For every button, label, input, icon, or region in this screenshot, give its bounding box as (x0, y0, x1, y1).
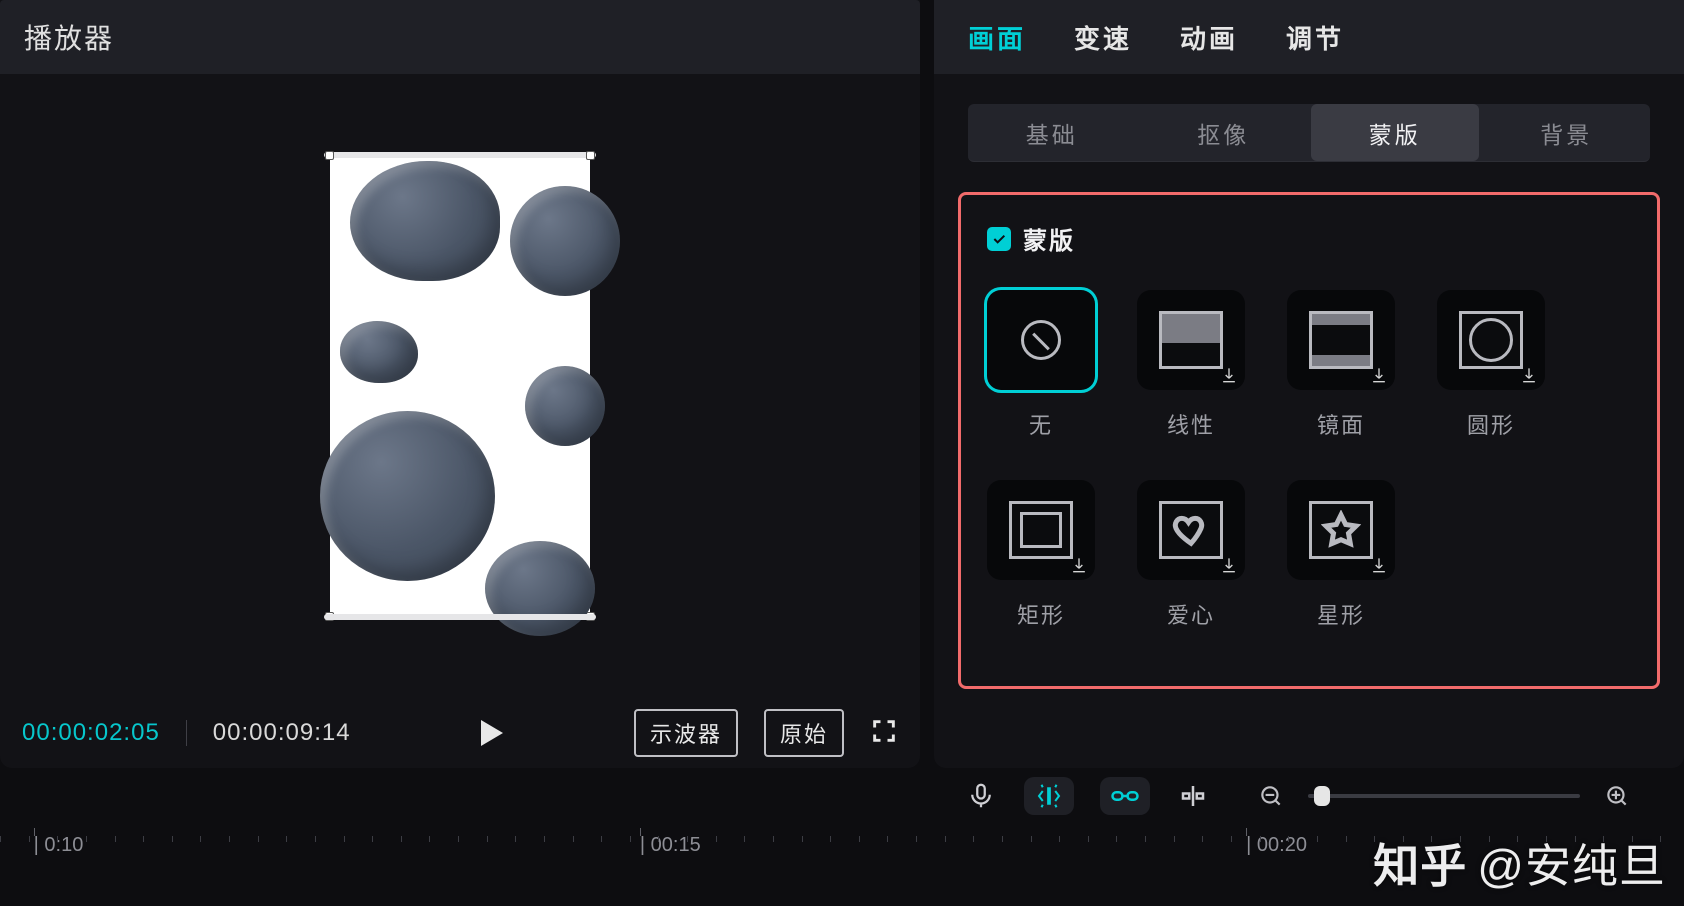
fullscreen-button[interactable] (870, 717, 898, 750)
align-button[interactable] (1176, 779, 1210, 813)
link-button[interactable] (1100, 777, 1150, 815)
download-icon (1219, 555, 1239, 575)
play-button[interactable] (377, 720, 608, 746)
ruler-tick: | 0:10 (34, 834, 84, 857)
mask-grid: 无 线性 镜面 (987, 290, 1631, 630)
tab-adjust[interactable]: 调节 (1286, 19, 1344, 56)
mask-linear-label: 线性 (1167, 408, 1215, 440)
time-separator (186, 720, 187, 746)
tab-animate[interactable]: 动画 (1180, 19, 1238, 56)
mic-button[interactable] (964, 779, 998, 813)
mask-label: 蒙版 (1023, 221, 1075, 256)
ruler-tick: | 00:15 (640, 834, 701, 857)
zoom-in-icon (1604, 783, 1630, 809)
download-icon (1219, 365, 1239, 385)
zoom-slider[interactable] (1254, 779, 1634, 813)
zoom-in-button[interactable] (1600, 779, 1634, 813)
subtab-background[interactable]: 背景 (1483, 104, 1651, 161)
mask-none-label: 无 (1029, 408, 1053, 440)
mask-star[interactable]: 星形 (1287, 480, 1395, 630)
mask-mirror-label: 镜面 (1317, 408, 1365, 440)
align-icon (1178, 781, 1208, 811)
mask-circle-label: 圆形 (1467, 408, 1515, 440)
tab-speed[interactable]: 变速 (1074, 19, 1132, 56)
mask-enable-checkbox[interactable] (987, 227, 1011, 251)
zoom-out-icon (1258, 783, 1284, 809)
zoom-track[interactable] (1308, 794, 1580, 798)
scope-button[interactable]: 示波器 (634, 709, 738, 757)
auto-subtitle-icon (1034, 781, 1064, 811)
download-icon (1369, 555, 1389, 575)
resize-handle[interactable] (586, 151, 595, 160)
mask-linear[interactable]: 线性 (1137, 290, 1245, 440)
watermark-author: @安纯旦 (1477, 830, 1666, 896)
star-icon (1309, 501, 1373, 559)
resize-handle[interactable] (325, 612, 334, 621)
heart-icon (1159, 501, 1223, 559)
mirror-icon (1309, 311, 1373, 369)
mask-section-title: 蒙版 (987, 221, 1631, 256)
player-panel: 播放器 00:00:02:05 00:00:09 (0, 0, 920, 768)
inspector-subtabs: 基础 抠像 蒙版 背景 (968, 104, 1650, 162)
fullscreen-icon (870, 717, 898, 745)
time-current: 00:00:02:05 (22, 719, 160, 747)
video-clip[interactable] (330, 156, 590, 616)
subtab-basic[interactable]: 基础 (968, 104, 1136, 161)
mic-icon (966, 781, 996, 811)
download-icon (1369, 365, 1389, 385)
mask-star-label: 星形 (1317, 598, 1365, 630)
check-icon (991, 231, 1007, 247)
mask-mirror[interactable]: 镜面 (1287, 290, 1395, 440)
play-icon (481, 720, 503, 746)
timeline-toolbar (0, 768, 1684, 824)
download-icon (1519, 365, 1539, 385)
ratio-button[interactable]: 原始 (764, 709, 844, 757)
mask-heart[interactable]: 爱心 (1137, 480, 1245, 630)
circle-icon (1459, 311, 1523, 369)
mask-heart-label: 爱心 (1167, 598, 1215, 630)
resize-handle[interactable] (325, 151, 334, 160)
inspector-tabs: 画面 变速 动画 调节 (934, 0, 1684, 74)
inspector-panel: 画面 变速 动画 调节 基础 抠像 蒙版 背景 蒙版 (934, 0, 1684, 768)
mask-section-highlight: 蒙版 无 线性 (958, 192, 1660, 689)
player-viewport[interactable] (0, 74, 920, 698)
mask-circle[interactable]: 圆形 (1437, 290, 1545, 440)
player-title: 播放器 (0, 0, 920, 74)
time-total: 00:00:09:14 (213, 719, 351, 747)
watermark-brand: 知乎 (1373, 830, 1467, 896)
linear-icon (1159, 311, 1223, 369)
zoom-thumb[interactable] (1314, 786, 1330, 806)
auto-subtitle-button[interactable] (1024, 777, 1074, 815)
none-icon (1021, 320, 1061, 360)
download-icon (1069, 555, 1089, 575)
watermark: 知乎 @安纯旦 (1373, 830, 1666, 896)
mask-rect[interactable]: 矩形 (987, 480, 1095, 630)
player-controls: 00:00:02:05 00:00:09:14 示波器 原始 (0, 698, 920, 768)
zoom-out-button[interactable] (1254, 779, 1288, 813)
ruler-tick: | 00:20 (1246, 834, 1307, 857)
rect-icon (1009, 501, 1073, 559)
mask-rect-label: 矩形 (1017, 598, 1065, 630)
subtab-mask[interactable]: 蒙版 (1311, 104, 1479, 161)
resize-handle[interactable] (586, 612, 595, 621)
tab-picture[interactable]: 画面 (968, 19, 1026, 56)
link-icon (1110, 781, 1140, 811)
mask-none[interactable]: 无 (987, 290, 1095, 440)
subtab-cutout[interactable]: 抠像 (1140, 104, 1308, 161)
